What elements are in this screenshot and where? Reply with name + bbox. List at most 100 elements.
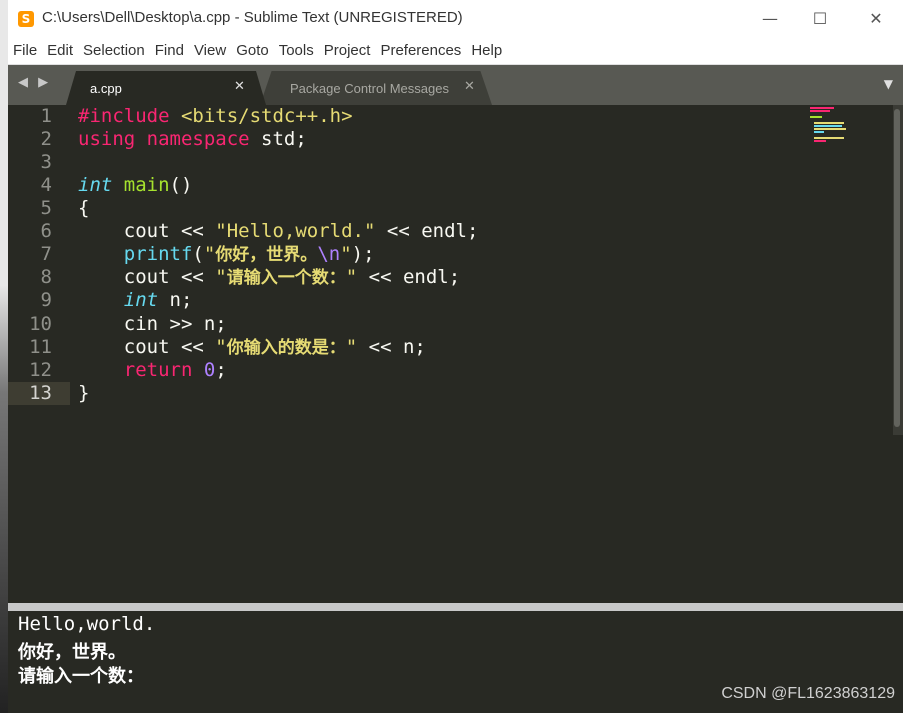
line-number: 1 <box>40 105 52 127</box>
token-string: " <box>215 266 227 288</box>
token-string: " <box>340 243 352 265</box>
token-text: cout << <box>78 220 216 242</box>
title-bar: S C:\Users\Dell\Desktop\a.cpp - Sublime … <box>8 0 903 38</box>
code-line-7: printf("你好，世界。\n"); <box>78 243 375 267</box>
tab-label: a.cpp <box>90 81 122 96</box>
build-output-panel[interactable]: Hello,world. 你好，世界。 请输入一个数： CSDN @FL1623… <box>8 611 903 713</box>
token-text: () <box>169 174 193 196</box>
line-number-active: 13 <box>29 382 52 404</box>
menu-find[interactable]: Find <box>150 38 189 59</box>
token-string: " <box>345 336 358 358</box>
minimap-line <box>814 122 844 124</box>
window-title: C:\Users\Dell\Desktop\a.cpp - Sublime Te… <box>42 9 463 26</box>
code-line-11: cout << "你输入的数是：" << n; <box>78 336 426 360</box>
token-text: ); <box>351 243 375 265</box>
minimap-line <box>814 140 826 142</box>
minimize-button[interactable]: — <box>750 5 790 33</box>
line-number: 2 <box>40 128 52 150</box>
token-type: int <box>78 174 113 196</box>
sublime-window: S C:\Users\Dell\Desktop\a.cpp - Sublime … <box>8 0 903 713</box>
minimap-line <box>814 125 842 127</box>
menu-project[interactable]: Project <box>319 38 376 59</box>
token-text: cout << <box>78 266 216 288</box>
token-keyword: namespace <box>146 128 250 150</box>
line-number-gutter: 1 2 3 4 5 6 7 8 9 10 11 12 13 <box>8 105 70 603</box>
menu-file[interactable]: File <box>8 38 42 59</box>
code-line-13: } <box>78 382 89 405</box>
token-keyword: using <box>78 128 136 150</box>
line-number: 9 <box>40 289 52 311</box>
tab-nav-arrows-icon[interactable]: ◀ ▶ <box>18 75 51 90</box>
token-text: << n; <box>357 336 426 358</box>
line-number: 7 <box>40 243 52 265</box>
token-string-cjk: 请输入一个数： <box>226 268 346 288</box>
maximize-button[interactable]: ☐ <box>800 5 840 33</box>
token-string-cjk: 你输入的数是： <box>226 338 346 358</box>
token-string: " <box>203 243 216 265</box>
tab-bar: ◀ ▶ Package Control Messages ✕ a.cpp ✕ ▼ <box>8 65 903 105</box>
menu-help[interactable]: Help <box>466 38 507 59</box>
token-string: " <box>345 266 358 288</box>
token-builtin: printf <box>123 243 193 265</box>
menu-bar: File Edit Selection Find View Goto Tools Projec… <box>8 38 903 65</box>
csdn-watermark: CSDN @FL1623863129 <box>721 685 895 702</box>
menu-preferences[interactable]: Preferences <box>375 38 466 59</box>
line-number: 5 <box>40 197 52 219</box>
code-line-10: cin >> n; <box>78 313 227 336</box>
minimap-line <box>814 131 824 133</box>
token-string: "Hello,world." <box>215 220 376 242</box>
token-keyword: #include <box>78 105 170 127</box>
menu-edit[interactable]: Edit <box>42 38 78 59</box>
tab-a-cpp[interactable]: a.cpp ✕ <box>66 71 266 105</box>
tab-label: Package Control Messages <box>290 81 449 96</box>
line-number: 12 <box>29 359 52 381</box>
sublime-logo-icon: S <box>18 11 34 27</box>
token-text: << endl; <box>357 266 461 288</box>
minimap-line <box>810 116 822 118</box>
output-line: Hello,world. <box>18 613 156 635</box>
tab-close-icon[interactable]: ✕ <box>234 79 245 94</box>
scrollbar-thumb[interactable] <box>894 109 900 427</box>
menu-tools[interactable]: Tools <box>274 38 319 59</box>
token-text: ( <box>192 243 204 265</box>
code-editor[interactable]: 1 2 3 4 5 6 7 8 9 10 11 12 13 #include <… <box>8 105 903 603</box>
tab-close-icon[interactable]: ✕ <box>464 79 475 94</box>
line-number: 3 <box>40 151 52 173</box>
code-line-6: cout << "Hello,world." << endl; <box>78 220 479 243</box>
token-text: cin >> n; <box>78 313 227 335</box>
token-text: { <box>78 197 90 219</box>
minimap[interactable] <box>808 105 868 145</box>
line-number: 6 <box>40 220 52 242</box>
line-number: 10 <box>29 313 52 335</box>
output-line: 你好，世界。 <box>18 642 126 663</box>
minimap-line <box>814 137 844 139</box>
token-type: int <box>123 289 159 311</box>
token-keyword: return <box>123 359 193 381</box>
output-line: 请输入一个数： <box>18 666 144 687</box>
minimap-line <box>810 107 834 109</box>
menu-selection[interactable]: Selection <box>78 38 150 59</box>
close-window-button[interactable]: ✕ <box>856 5 896 33</box>
desktop-background-strip <box>0 0 8 713</box>
code-line-9: int n; <box>78 289 193 312</box>
menu-view[interactable]: View <box>189 38 231 59</box>
token-string: " <box>215 336 227 358</box>
code-line-12: return 0; <box>78 359 227 382</box>
tab-list-dropdown-icon[interactable]: ▼ <box>884 77 893 91</box>
output-panel-splitter[interactable] <box>8 603 903 611</box>
code-line-8: cout << "请输入一个数：" << endl; <box>78 266 460 290</box>
minimap-line <box>814 128 846 130</box>
token-text: ; <box>215 359 227 381</box>
token-text: } <box>78 382 90 404</box>
token-text: std; <box>249 128 307 150</box>
tab-package-control-messages[interactable]: Package Control Messages ✕ <box>260 71 492 105</box>
token-number: 0 <box>203 359 216 381</box>
code-line-1: #include <bits/stdc++.h> <box>78 105 353 128</box>
menu-goto[interactable]: Goto <box>231 38 274 59</box>
